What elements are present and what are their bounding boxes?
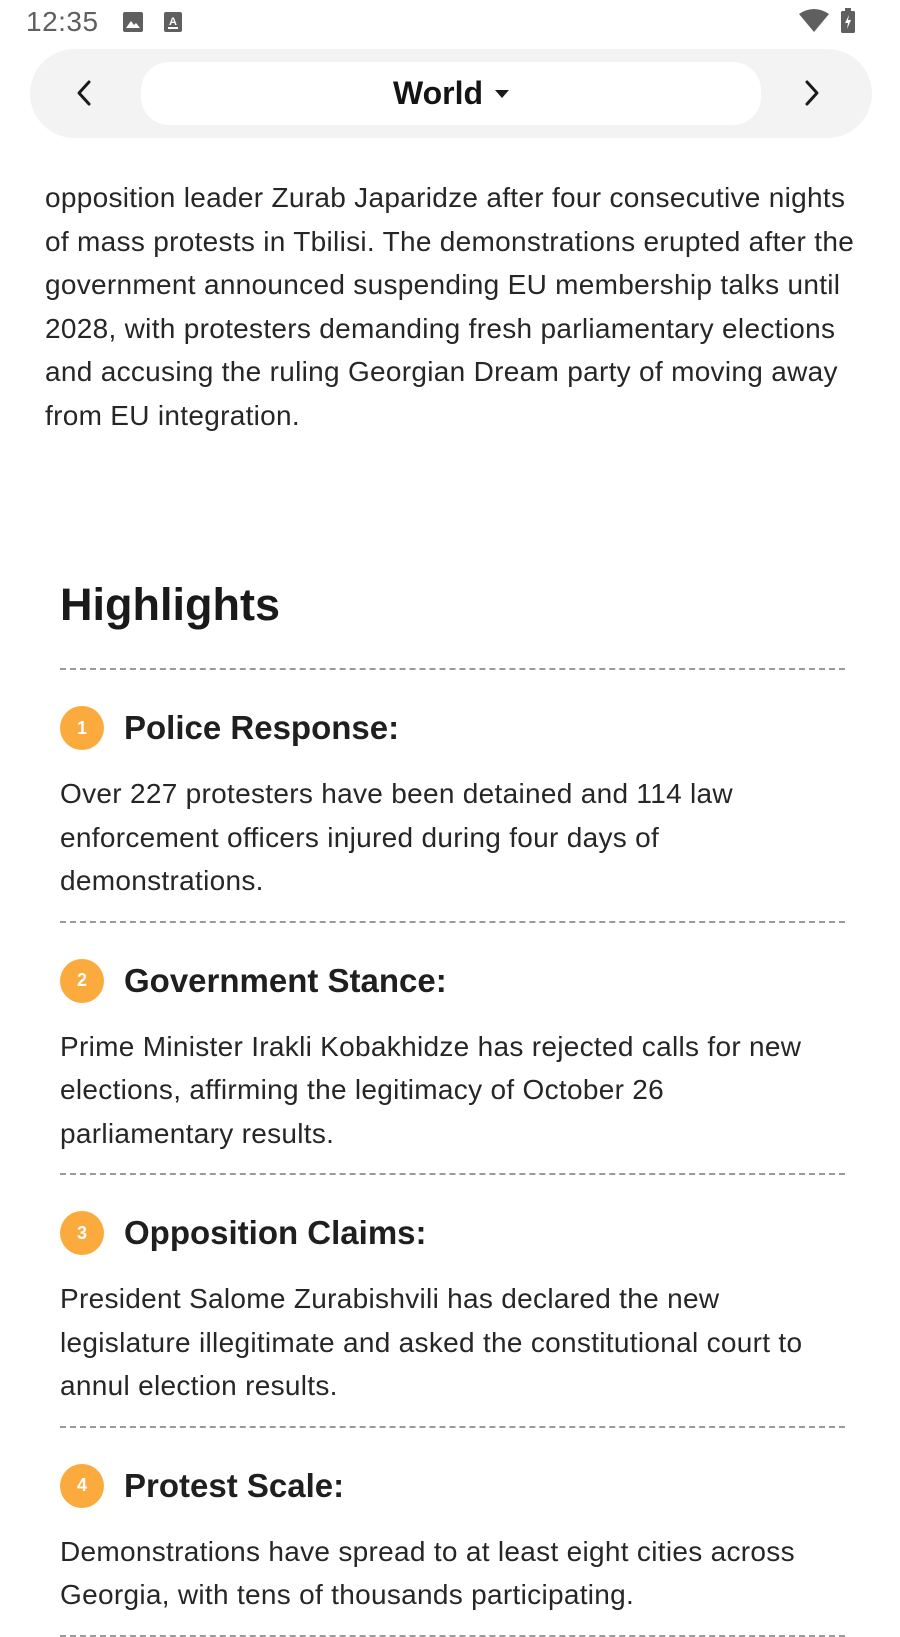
highlights-section: Highlights 1 Police Response: Over 227 p…	[60, 576, 845, 1637]
highlight-title: Protest Scale:	[124, 1466, 345, 1504]
highlight-item: 1 Police Response: Over 227 protesters h…	[60, 670, 845, 921]
highlight-body: Demonstrations have spread to at least e…	[60, 1535, 795, 1611]
section-navigation-bar: World	[30, 49, 872, 138]
image-icon	[122, 11, 144, 33]
highlight-title: Government Stance:	[124, 961, 447, 999]
highlight-item: 3 Opposition Claims: President Salome Zu…	[60, 1175, 845, 1426]
status-time: 12:35	[26, 6, 99, 37]
highlight-body: Over 227 protesters have been detained a…	[60, 778, 733, 896]
section-dropdown[interactable]: World	[141, 62, 761, 125]
highlight-number-badge: 2	[60, 958, 104, 1003]
svg-text:A: A	[169, 16, 177, 28]
next-section-button[interactable]	[788, 69, 836, 117]
chevron-right-icon	[805, 80, 819, 106]
highlight-number-badge: 4	[60, 1463, 104, 1508]
highlight-number-badge: 1	[60, 706, 104, 750]
highlight-title: Opposition Claims:	[124, 1214, 427, 1251]
article-paragraph: opposition leader Zurab Japaridze after …	[45, 182, 855, 431]
battery-charging-icon	[840, 8, 856, 39]
highlight-number-badge: 3	[60, 1211, 104, 1255]
wifi-icon	[798, 8, 830, 39]
highlights-heading: Highlights	[60, 579, 280, 630]
chevron-left-icon	[77, 80, 91, 106]
section-title: World	[392, 75, 484, 111]
status-bar: 12:35 A	[0, 0, 900, 44]
highlight-body: Prime Minister Irakli Kobakhidze has rej…	[60, 1030, 802, 1149]
highlight-body: President Salome Zurabishvili has declar…	[60, 1283, 803, 1401]
highlight-title: Police Response:	[124, 709, 400, 746]
keyboard-a-icon: A	[163, 11, 185, 33]
highlight-item: 4 Protest Scale: Demonstrations have spr…	[60, 1428, 845, 1635]
caret-down-icon	[495, 89, 510, 98]
highlight-item: 2 Government Stance: Prime Minister Irak…	[60, 923, 845, 1174]
previous-section-button[interactable]	[60, 69, 108, 117]
divider	[60, 1634, 845, 1637]
